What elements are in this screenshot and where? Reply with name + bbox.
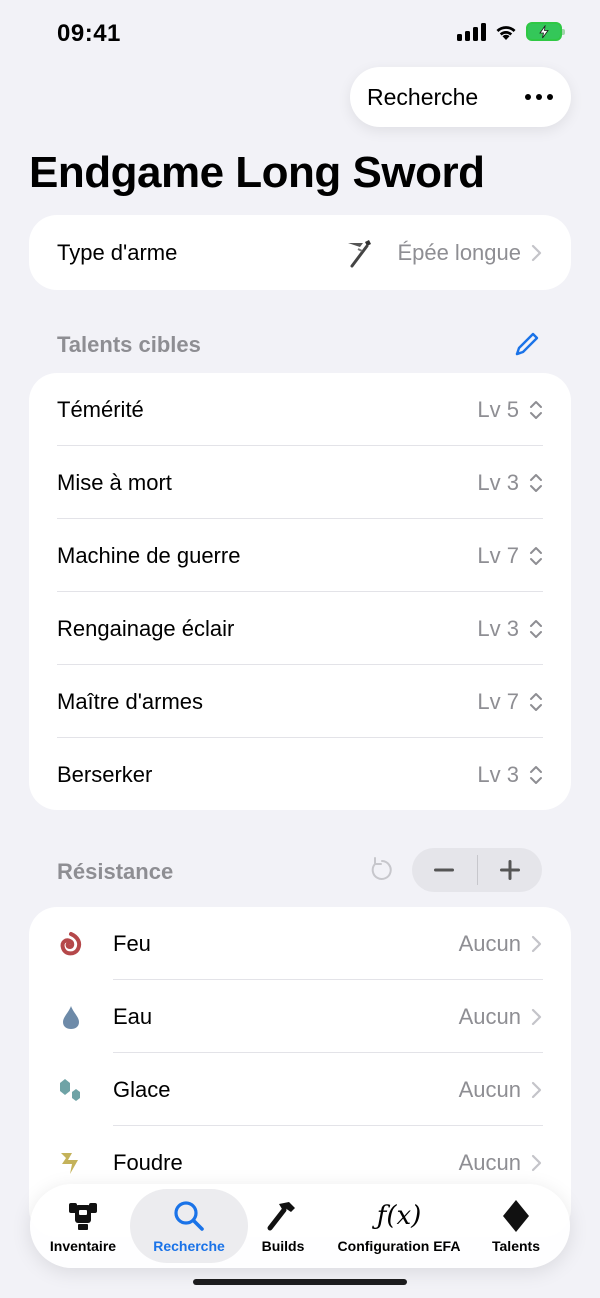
talent-level: Lv 7 — [477, 688, 519, 714]
resistance-value: Aucun — [458, 1003, 521, 1029]
talent-name: Mise à mort — [57, 469, 172, 495]
talents-card: Témérité Lv 5 Mise à mort Lv 3 Machine d… — [29, 373, 571, 810]
cellular-signal-icon — [457, 22, 486, 41]
chevron-up-down-icon — [530, 473, 542, 492]
tab-builds[interactable]: Builds — [248, 1189, 318, 1263]
status-bar: 09:41 — [0, 0, 600, 66]
talent-row[interactable]: Rengainage éclair Lv 3 — [29, 592, 571, 665]
resistance-name: Foudre — [113, 1149, 183, 1175]
resistance-row[interactable]: Glace Aucun — [29, 1053, 571, 1126]
talent-row[interactable]: Mise à mort Lv 3 — [29, 446, 571, 519]
tab-bar: Inventaire Recherche Builds ƒ(x) Configu… — [30, 1184, 570, 1268]
tab-label: Builds — [261, 1238, 305, 1254]
chevron-right-icon — [531, 1008, 542, 1025]
talent-name: Rengainage éclair — [57, 615, 235, 641]
wifi-icon — [496, 25, 516, 40]
chevron-right-icon — [531, 244, 542, 261]
diamond-icon — [498, 1198, 534, 1234]
tab-efa-config[interactable]: ƒ(x) Configuration EFA — [318, 1189, 480, 1263]
talent-row[interactable]: Berserker Lv 3 — [29, 738, 571, 811]
tab-label: Talents — [492, 1238, 540, 1254]
page-title: Endgame Long Sword — [29, 148, 485, 197]
talent-name: Maître d'armes — [57, 688, 204, 714]
talent-level: Lv 3 — [477, 615, 519, 641]
resistance-value: Aucun — [458, 930, 521, 956]
weapon-type-value: Épée longue — [397, 239, 521, 265]
status-time: 09:41 — [57, 20, 121, 47]
resistance-value: Aucun — [458, 1149, 521, 1175]
tab-label: Inventaire — [49, 1238, 117, 1254]
talent-level: Lv 3 — [477, 469, 519, 495]
tab-label: Recherche — [153, 1238, 225, 1254]
talent-row[interactable]: Machine de guerre Lv 7 — [29, 519, 571, 592]
talent-row[interactable]: Maître d'armes Lv 7 — [29, 665, 571, 738]
pencil-icon[interactable] — [513, 330, 541, 358]
chevron-right-icon — [531, 1081, 542, 1098]
thunder-icon — [57, 1149, 85, 1177]
weapon-type-row[interactable]: Type d'arme Épée longue — [29, 215, 571, 290]
battery-icon — [526, 22, 565, 41]
chevron-up-down-icon — [530, 765, 542, 784]
tab-search[interactable]: Recherche — [130, 1189, 248, 1263]
increment-button[interactable] — [478, 848, 543, 892]
chevron-up-down-icon — [530, 619, 542, 638]
ellipsis-icon[interactable] — [525, 94, 553, 100]
home-indicator — [193, 1279, 407, 1285]
chevron-up-down-icon — [530, 692, 542, 711]
reset-icon[interactable] — [366, 854, 398, 886]
chevron-right-icon — [531, 935, 542, 952]
resistance-name: Glace — [113, 1076, 171, 1102]
minus-icon — [434, 868, 455, 872]
resistance-controls — [366, 848, 542, 892]
decrement-button[interactable] — [412, 848, 477, 892]
talent-level: Lv 3 — [477, 761, 519, 787]
search-icon — [171, 1198, 207, 1234]
function-icon: ƒ(x) — [376, 1201, 422, 1231]
hammer-icon — [265, 1198, 301, 1234]
resistance-value: Aucun — [458, 1076, 521, 1102]
long-sword-icon — [348, 239, 372, 267]
weapon-type-label: Type d'arme — [57, 239, 178, 265]
talent-name: Machine de guerre — [57, 542, 241, 568]
weapon-type-card: Type d'arme Épée longue — [29, 215, 571, 290]
status-icons — [457, 22, 565, 41]
talent-name: Témérité — [57, 396, 144, 422]
resistance-row[interactable]: Feu Aucun — [29, 907, 571, 980]
tab-talents[interactable]: Talents — [480, 1189, 552, 1263]
resistance-name: Eau — [113, 1003, 153, 1029]
fire-icon — [57, 930, 85, 958]
talent-name: Berserker — [57, 761, 153, 787]
chevron-up-down-icon — [530, 546, 542, 565]
talents-section-header: Talents cibles — [57, 332, 201, 357]
chevron-up-down-icon — [530, 400, 542, 419]
resistance-section-header: Résistance — [57, 859, 174, 884]
ice-icon — [57, 1076, 85, 1104]
armor-icon — [65, 1198, 101, 1234]
water-icon — [57, 1003, 85, 1031]
search-mode-pill[interactable]: Recherche — [350, 67, 571, 127]
resistance-stepper[interactable] — [412, 848, 542, 892]
chevron-right-icon — [531, 1154, 542, 1171]
resistance-name: Feu — [113, 930, 151, 956]
search-mode-label: Recherche — [367, 83, 479, 110]
talent-level: Lv 5 — [477, 396, 519, 422]
talent-level: Lv 7 — [477, 542, 519, 568]
resistance-row[interactable]: Eau Aucun — [29, 980, 571, 1053]
talent-row[interactable]: Témérité Lv 5 — [29, 373, 571, 446]
tab-inventory[interactable]: Inventaire — [36, 1189, 130, 1263]
plus-icon — [499, 860, 520, 880]
tab-label: Configuration EFA — [337, 1238, 461, 1254]
